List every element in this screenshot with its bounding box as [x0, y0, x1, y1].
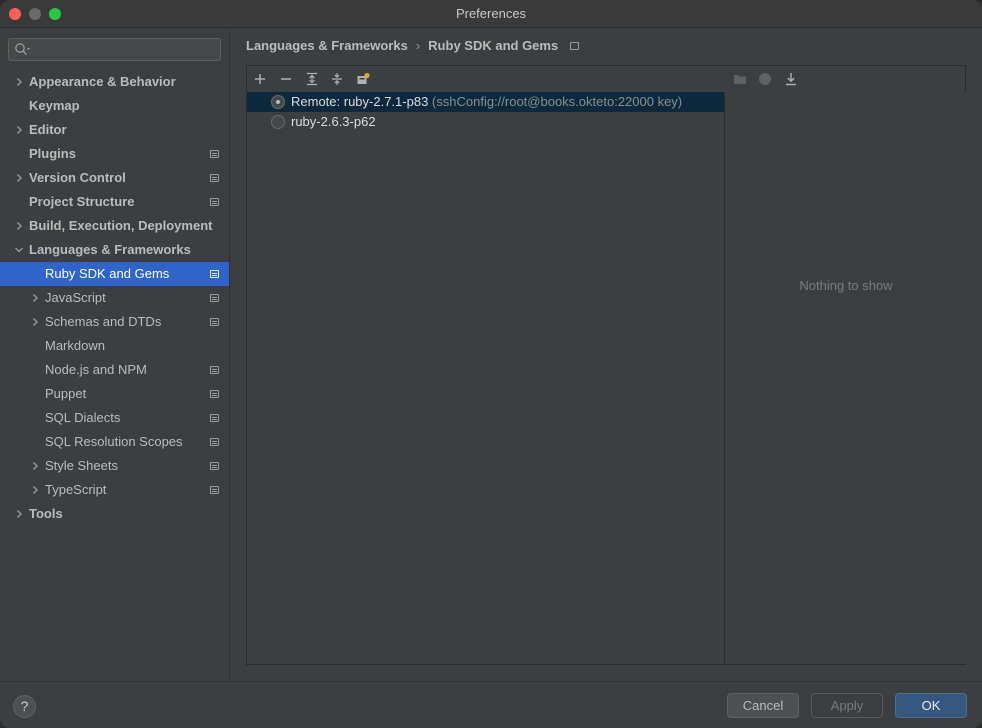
project-scope-icon	[210, 150, 219, 158]
sdk-radio-remote[interactable]	[271, 95, 285, 109]
sdk-name: ruby-2.6.3-p62	[291, 114, 376, 129]
sidebar-item[interactable]: Build, Execution, Deployment	[0, 214, 229, 238]
sidebar-item[interactable]: Markdown	[0, 334, 229, 358]
project-scope-icon	[210, 270, 219, 278]
sidebar-item-label: Puppet	[45, 386, 87, 401]
ruby-sdk-panel: Remote: ruby-2.7.1-p83 (sshConfig://root…	[246, 65, 966, 665]
sidebar-item-label: Node.js and NPM	[45, 362, 147, 377]
sidebar-item-label: Build, Execution, Deployment	[29, 218, 213, 233]
expand-all-icon[interactable]	[302, 69, 322, 89]
sidebar-item[interactable]: Tools	[0, 502, 229, 526]
chevron-right-icon[interactable]	[13, 118, 25, 142]
title-bar: Preferences	[0, 0, 982, 28]
sidebar-item-label: Editor	[29, 122, 67, 137]
sidebar-item[interactable]: SQL Dialects	[0, 406, 229, 430]
breadcrumb-current: Ruby SDK and Gems	[428, 38, 559, 54]
sidebar-item-label: Languages & Frameworks	[29, 242, 191, 257]
chevron-down-icon[interactable]	[13, 238, 25, 262]
sdk-detail: (sshConfig://root@books.okteto:22000 key…	[431, 94, 683, 109]
empty-state-text: Nothing to show	[799, 278, 893, 293]
sidebar-item-label: Ruby SDK and Gems	[45, 266, 170, 281]
dialog-footer: ? Cancel Apply OK	[0, 681, 982, 728]
chevron-right-icon[interactable]	[13, 214, 25, 238]
sidebar-item[interactable]: SQL Resolution Scopes	[0, 430, 229, 454]
breadcrumb: Languages & Frameworks › Ruby SDK and Gems	[246, 37, 580, 54]
project-scope-icon	[210, 318, 219, 326]
preferences-window: Preferences Appearance & Behavior Keymap E…	[0, 0, 982, 728]
chevron-right-icon: ›	[415, 38, 421, 54]
add-icon[interactable]	[250, 69, 270, 89]
sidebar-item-label: Style Sheets	[45, 458, 118, 473]
ok-button[interactable]: OK	[895, 693, 967, 718]
sidebar-item-label: Plugins	[29, 146, 76, 161]
project-scope-icon	[210, 294, 219, 302]
project-scope-icon	[210, 366, 219, 374]
sdk-toolbar	[247, 66, 725, 92]
sidebar-item[interactable]: Editor	[0, 118, 229, 142]
sdk-radio-local[interactable]	[271, 115, 285, 129]
project-scope-icon	[570, 41, 580, 50]
sidebar-item-label: Schemas and DTDs	[45, 314, 162, 329]
settings-search-input[interactable]	[8, 38, 221, 61]
sidebar-item-label: Appearance & Behavior	[29, 74, 176, 89]
sidebar-item[interactable]: JavaScript	[0, 286, 229, 310]
search-icon	[14, 42, 32, 61]
sidebar-item-label: Tools	[29, 506, 63, 521]
settings-sidebar: Appearance & Behavior Keymap Editor Plugins…	[0, 29, 230, 681]
sidebar-item-label: SQL Resolution Scopes	[45, 434, 183, 449]
window-title: Preferences	[455, 6, 527, 21]
sidebar-item[interactable]: Style Sheets	[0, 454, 229, 478]
sdk-list: Remote: ruby-2.7.1-p83 (sshConfig://root…	[247, 92, 725, 664]
project-scope-icon	[210, 174, 219, 182]
chevron-right-icon[interactable]	[29, 478, 41, 502]
chevron-right-icon[interactable]	[13, 70, 25, 94]
folder-icon	[730, 69, 750, 89]
sdk-row-local[interactable]: ruby-2.6.3-p62	[247, 112, 724, 132]
project-scope-icon	[210, 462, 219, 470]
sdk-settings-icon[interactable]	[353, 69, 373, 89]
collapse-all-icon[interactable]	[327, 69, 347, 89]
sidebar-item-label: Keymap	[29, 98, 80, 113]
project-scope-icon	[210, 198, 219, 206]
sidebar-item[interactable]: Ruby SDK and Gems	[0, 262, 229, 286]
sdk-row-remote[interactable]: Remote: ruby-2.7.1-p83 (sshConfig://root…	[247, 92, 724, 112]
breadcrumb-parent[interactable]: Languages & Frameworks	[246, 38, 408, 53]
sidebar-item[interactable]: Node.js and NPM	[0, 358, 229, 382]
help-button[interactable]: ?	[13, 695, 36, 718]
sidebar-item[interactable]: Languages & Frameworks	[0, 238, 229, 262]
chevron-right-icon[interactable]	[29, 454, 41, 478]
sidebar-item[interactable]: Plugins	[0, 142, 229, 166]
download-icon[interactable]	[781, 69, 801, 89]
apply-button[interactable]: Apply	[811, 693, 883, 718]
sidebar-item[interactable]: Appearance & Behavior	[0, 70, 229, 94]
sidebar-item-label: TypeScript	[45, 482, 107, 497]
gems-toolbar	[726, 66, 966, 92]
circle-icon	[755, 69, 775, 89]
cancel-button[interactable]: Cancel	[727, 693, 799, 718]
chevron-right-icon[interactable]	[29, 286, 41, 310]
sidebar-item-label: Project Structure	[29, 194, 135, 209]
project-scope-icon	[210, 438, 219, 446]
sidebar-item[interactable]: Keymap	[0, 94, 229, 118]
gems-pane: Nothing to show	[726, 92, 966, 664]
settings-tree: Appearance & Behavior Keymap Editor Plugins…	[0, 70, 229, 526]
sidebar-item[interactable]: Schemas and DTDs	[0, 310, 229, 334]
sidebar-item-label: JavaScript	[45, 290, 106, 305]
chevron-right-icon[interactable]	[13, 502, 25, 526]
chevron-right-icon[interactable]	[29, 310, 41, 334]
sidebar-item-label: Version Control	[29, 170, 126, 185]
sidebar-item[interactable]: Version Control	[0, 166, 229, 190]
sidebar-item-label: SQL Dialects	[45, 410, 121, 425]
settings-content: Languages & Frameworks › Ruby SDK and Gems	[231, 29, 982, 681]
remove-icon[interactable]	[276, 69, 296, 89]
sidebar-item[interactable]: Project Structure	[0, 190, 229, 214]
sidebar-item[interactable]: Puppet	[0, 382, 229, 406]
project-scope-icon	[210, 414, 219, 422]
sidebar-item-label: Markdown	[45, 338, 105, 353]
project-scope-icon	[210, 486, 219, 494]
project-scope-icon	[210, 390, 219, 398]
chevron-right-icon[interactable]	[13, 166, 25, 190]
sdk-name: Remote: ruby-2.7.1-p83	[291, 94, 429, 109]
sidebar-item[interactable]: TypeScript	[0, 478, 229, 502]
